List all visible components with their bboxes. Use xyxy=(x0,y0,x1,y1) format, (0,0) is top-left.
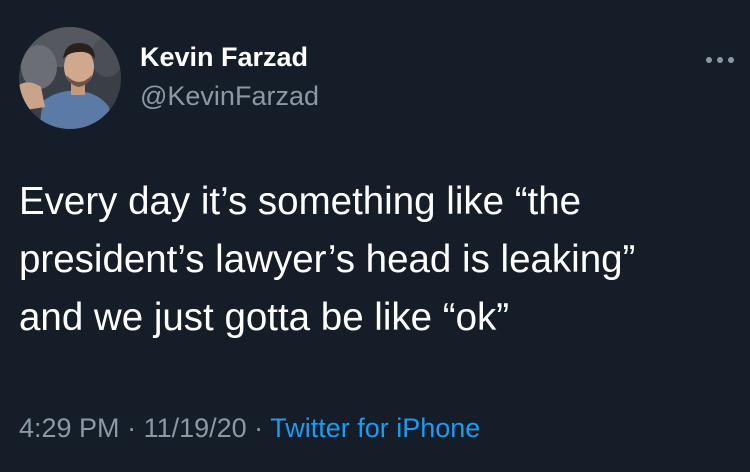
author-handle[interactable]: @KevinFarzad xyxy=(140,79,319,113)
tweet-source-link[interactable]: Twitter for iPhone xyxy=(270,413,480,443)
tweet-time[interactable]: 4:29 PM xyxy=(19,413,120,443)
more-dot xyxy=(717,57,723,63)
more-dot xyxy=(706,57,712,63)
tweet-card: Kevin Farzad @KevinFarzad Every day it’s… xyxy=(0,0,750,472)
tweet-text: Every day it’s something like “the presi… xyxy=(19,180,636,339)
more-options-icon[interactable] xyxy=(706,48,746,72)
avatar[interactable] xyxy=(19,27,121,129)
tweet-date[interactable]: 11/19/20 xyxy=(144,413,247,443)
meta-separator: · xyxy=(246,413,271,443)
more-dot xyxy=(728,57,734,63)
meta-separator: · xyxy=(119,413,144,443)
profile-photo-icon xyxy=(19,27,121,129)
author-display-name[interactable]: Kevin Farzad xyxy=(140,40,308,74)
tweet-metadata: 4:29 PM · 11/19/20 · Twitter for iPhone xyxy=(19,411,480,445)
